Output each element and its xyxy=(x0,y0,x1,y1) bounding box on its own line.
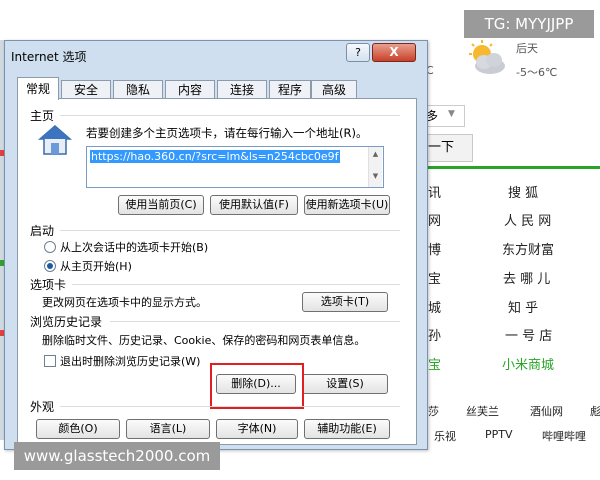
tabs-settings-button[interactable]: 选项卡(T) xyxy=(302,292,388,312)
startup-section-label: 启动 xyxy=(30,224,55,238)
highlight-annotation xyxy=(210,363,304,409)
home-url-textarea[interactable]: https://hao.360.cn/?src=lm&ls=n254cbc0e9… xyxy=(86,146,384,188)
textarea-scrollbar[interactable]: ▲ ▼ xyxy=(368,147,382,187)
section-divider xyxy=(110,321,400,322)
fonts-button[interactable]: 字体(N) xyxy=(216,419,298,439)
tabs-section-label: 选项卡 xyxy=(30,278,67,292)
startup-home-label: 从主页开始(H) xyxy=(60,260,132,273)
home-url-value: https://hao.360.cn/?src=lm&ls=n254cbc0e9… xyxy=(90,150,340,163)
tabs-description: 更改网页在选项卡中的显示方式。 xyxy=(42,296,207,309)
accessibility-button[interactable]: 辅助功能(E) xyxy=(304,419,390,439)
languages-button[interactable]: 语言(L) xyxy=(126,419,210,439)
startup-home-radio[interactable] xyxy=(44,260,56,272)
startup-last-session-label: 从上次会话中的选项卡开始(B) xyxy=(60,241,209,254)
home-section-label: 主页 xyxy=(30,109,55,123)
section-divider xyxy=(60,406,400,407)
history-section-label: 浏览历史记录 xyxy=(30,315,103,329)
appearance-section-label: 外观 xyxy=(30,400,55,414)
watermark-bottom: www.glasstech2000.com xyxy=(14,442,220,470)
use-current-button[interactable]: 使用当前页(C) xyxy=(118,195,204,215)
home-house-icon xyxy=(38,125,72,155)
colors-button[interactable]: 颜色(O) xyxy=(36,419,120,439)
home-description: 若要创建多个主页选项卡，请在每行输入一个地址(R)。 xyxy=(86,126,368,140)
history-description: 删除临时文件、历史记录、Cookie、保存的密码和网页表单信息。 xyxy=(42,334,366,347)
startup-last-session-radio[interactable] xyxy=(44,241,56,253)
use-new-tab-button[interactable]: 使用新选项卡(U) xyxy=(304,195,390,215)
use-default-button[interactable]: 使用默认值(F) xyxy=(210,195,298,215)
delete-on-exit-label: 退出时删除浏览历史记录(W) xyxy=(60,355,201,368)
delete-on-exit-checkbox[interactable] xyxy=(44,355,56,367)
tab-general[interactable]: 常规 xyxy=(17,77,59,100)
section-divider xyxy=(60,230,400,231)
history-settings-button[interactable]: 设置(S) xyxy=(302,374,388,394)
section-divider xyxy=(60,115,400,116)
section-divider xyxy=(72,284,400,285)
